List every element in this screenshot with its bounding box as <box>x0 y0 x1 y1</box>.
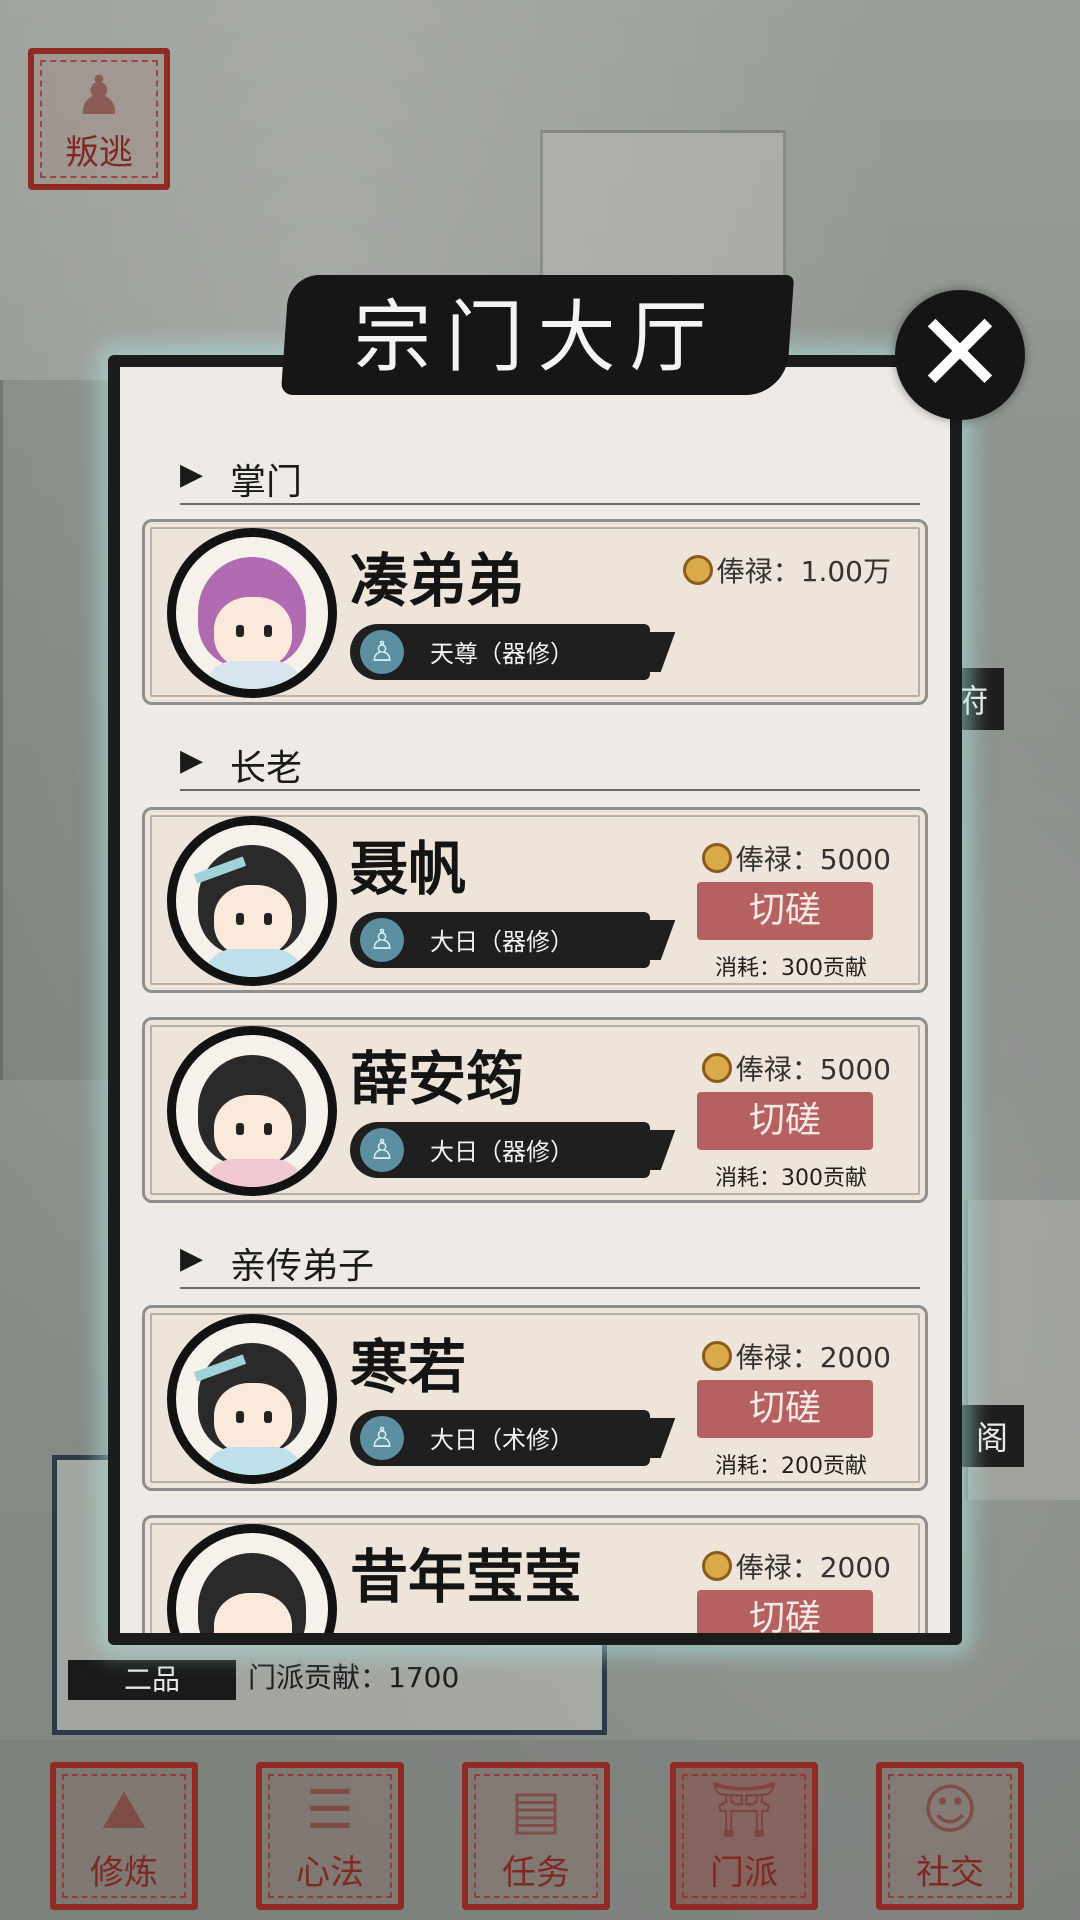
spar-button[interactable]: 切磋 <box>697 882 873 940</box>
salary-text: 俸禄：2000 <box>701 1336 891 1376</box>
player-contribution: 门派贡献：1700 <box>248 1661 460 1694</box>
meditation-icon: ♙ <box>360 630 404 674</box>
close-x-icon: ✕ <box>913 289 1007 417</box>
coin-icon <box>701 843 732 873</box>
triangle-icon: ▶ <box>180 457 204 492</box>
avatar[interactable] <box>167 1314 337 1484</box>
member-card[interactable]: 寒若 ♙ 大日（术修） 俸禄：2000 切磋 消耗：200贡献 <box>142 1305 928 1491</box>
player-rank: 二品 <box>68 1660 236 1700</box>
coin-icon <box>701 1053 732 1083</box>
spar-button[interactable]: 切磋 <box>697 1380 873 1438</box>
salary-text: 俸禄：5000 <box>701 838 891 878</box>
realm-badge: ♙ 大日（器修） <box>350 1122 676 1178</box>
meditation-icon: ♙ <box>360 918 404 962</box>
people-icon: ☺ <box>921 1778 979 1841</box>
avatar[interactable] <box>167 1026 337 1196</box>
meditation-icon: ♙ <box>360 1128 404 1172</box>
member-name: 寒若 <box>350 1333 467 1401</box>
sect-icon: ⛩ <box>709 1778 779 1841</box>
triangle-icon: ▶ <box>180 743 204 778</box>
side-location-label[interactable]: 阁 <box>960 1405 1025 1467</box>
spar-button[interactable]: 切磋 <box>697 1092 873 1150</box>
avatar[interactable] <box>167 816 337 986</box>
nav-cultivate[interactable]: ⛰ 修炼 <box>50 1762 198 1910</box>
member-card[interactable]: 凑弟弟 ♙ 天尊（器修） 俸禄：1.00万 <box>142 519 928 705</box>
avatar[interactable] <box>167 1524 337 1633</box>
nav-technique[interactable]: ☰ 心法 <box>256 1762 404 1910</box>
triangle-icon: ▶ <box>180 1241 204 1276</box>
mountain-icon: ⛰ <box>101 1778 147 1841</box>
member-name: 凑弟弟 <box>350 547 525 615</box>
dialog-body[interactable]: ▶ 掌门 凑弟弟 ♙ 天尊（器修） 俸禄：1.00万 ▶ 长老 聂帆 ♙ 大日（… <box>120 367 950 1633</box>
spar-cost: 消耗：200贡献 <box>715 1454 867 1479</box>
section-header: ▶ 亲传弟子 <box>180 1233 920 1289</box>
book-icon: ▤ <box>510 1778 562 1841</box>
member-card[interactable]: 薛安筠 ♙ 大日（器修） 俸禄：5000 切磋 消耗：300贡献 <box>142 1017 928 1203</box>
defect-button[interactable]: ♟ 叛逃 <box>28 48 170 190</box>
close-button[interactable]: ✕ <box>895 290 1025 420</box>
salary-text: 俸禄：5000 <box>701 1048 891 1088</box>
member-name: 聂帆 <box>350 835 467 903</box>
spar-cost: 消耗：300贡献 <box>715 956 867 981</box>
nav-quest[interactable]: ▤ 任务 <box>462 1762 610 1910</box>
coin-icon <box>701 1341 732 1371</box>
salary-text: 俸禄：2000 <box>701 1546 891 1586</box>
ink-mountain <box>540 130 786 293</box>
nav-social[interactable]: ☺ 社交 <box>876 1762 1024 1910</box>
avatar[interactable] <box>167 528 337 698</box>
figure-icon: ♟ <box>74 64 124 127</box>
section-header: ▶ 掌门 <box>180 449 920 505</box>
spar-button[interactable]: 切磋 <box>697 1590 873 1633</box>
member-name: 昔年莹莹 <box>350 1543 583 1611</box>
salary-text: 俸禄：1.00万 <box>682 550 891 590</box>
coin-icon <box>682 555 713 585</box>
ink-mountain <box>0 380 113 1080</box>
member-card[interactable]: 昔年莹莹 俸禄：2000 切磋 <box>142 1515 928 1633</box>
section-header: ▶ 长老 <box>180 735 920 791</box>
sect-hall-dialog: ▶ 掌门 凑弟弟 ♙ 天尊（器修） 俸禄：1.00万 ▶ 长老 聂帆 ♙ 大日（… <box>108 355 962 1645</box>
scroll-icon: ☰ <box>305 1778 355 1841</box>
member-name: 薛安筠 <box>350 1045 525 1113</box>
nav-sect[interactable]: ⛩ 门派 <box>670 1762 818 1910</box>
dialog-title: 宗门大厅 <box>353 293 722 383</box>
coin-icon <box>701 1551 732 1581</box>
member-card[interactable]: 聂帆 ♙ 大日（器修） 俸禄：5000 切磋 消耗：300贡献 <box>142 807 928 993</box>
realm-badge: ♙ 天尊（器修） <box>350 624 676 680</box>
realm-badge: ♙ 大日（器修） <box>350 912 676 968</box>
meditation-icon: ♙ <box>360 1416 404 1460</box>
spar-cost: 消耗：300贡献 <box>715 1166 867 1191</box>
realm-badge: ♙ 大日（术修） <box>350 1410 676 1466</box>
